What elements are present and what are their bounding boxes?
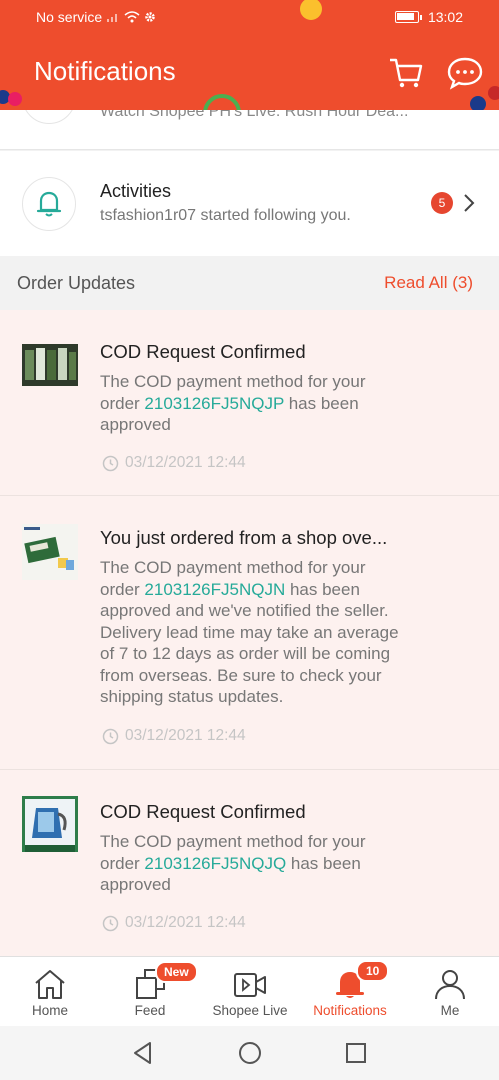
cart-icon[interactable] [388, 56, 424, 90]
chevron-right-icon [464, 194, 475, 212]
nav-label: Feed [134, 1003, 166, 1018]
nav-label: Me [440, 1003, 460, 1018]
notification-timestamp: 03/12/2021 12:44 [102, 914, 246, 932]
back-icon[interactable] [130, 1040, 156, 1066]
product-thumbnail [22, 796, 78, 852]
carrier-text: No service [36, 9, 103, 25]
notification-title: COD Request Confirmed [100, 341, 306, 362]
order-updates-header: Order Updates Read All (3) [0, 256, 499, 310]
activities-bell-icon [22, 177, 76, 231]
notification-body: The COD payment method for your order 21… [100, 372, 366, 434]
nav-label: Notifications [313, 1003, 387, 1018]
nav-notifications[interactable]: 10 Notifications [300, 957, 400, 1027]
decoration-dot-red [488, 86, 499, 100]
recent-apps-icon[interactable] [343, 1040, 369, 1066]
order-id-link[interactable]: 2103126FJ5NQJQ [144, 854, 286, 873]
signal-icon [107, 14, 118, 22]
nav-feed[interactable]: New Feed [100, 957, 200, 1027]
live-promo-icon [22, 110, 76, 124]
order-id-link[interactable]: 2103126FJ5NQJP [144, 394, 284, 413]
order-id-link[interactable]: 2103126FJ5NQJN [144, 580, 285, 599]
system-navigation-bar [0, 1026, 499, 1080]
clock-time: 13:02 [427, 9, 463, 25]
nav-home[interactable]: Home [0, 957, 100, 1027]
activities-title: Activities [100, 181, 172, 201]
user-icon [435, 970, 465, 1000]
shopee-updates-row[interactable]: Watch Shopee PH's Live: Rush Hour Dea... [0, 110, 499, 150]
home-icon [35, 970, 65, 999]
page-title: Notifications [34, 56, 176, 86]
notification-timestamp: 03/12/2021 12:44 [102, 727, 246, 745]
notification-title: COD Request Confirmed [100, 801, 306, 822]
order-notification[interactable]: You just ordered from a shop ove... The … [0, 496, 499, 770]
section-title: Order Updates [17, 273, 136, 293]
activities-subtitle: tsfashion1r07 started following you. [100, 207, 351, 224]
clock-icon [102, 728, 119, 744]
clock-icon [102, 915, 119, 931]
new-badge: New [155, 961, 198, 983]
notifications-list[interactable]: Watch Shopee PH's Live: Rush Hour Dea...… [0, 110, 499, 956]
chat-icon[interactable] [447, 56, 483, 90]
notification-title: You just ordered from a shop ove... [100, 527, 388, 548]
home-circle-icon[interactable] [237, 1040, 263, 1066]
decoration-dot-blue [470, 96, 486, 110]
status-bar: No service 13:02 [0, 0, 499, 34]
notification-count-badge: 10 [356, 960, 390, 982]
activities-unread-badge: 5 [431, 192, 453, 214]
battery-icon [394, 11, 419, 23]
decoration-dot-pink [8, 92, 22, 106]
bottom-navigation: Home New Feed Shopee Live 10 Notificatio… [0, 956, 499, 1026]
product-thumbnail [22, 344, 78, 386]
product-thumbnail [22, 524, 78, 580]
activities-row[interactable]: Activities tsfashion1r07 started followi… [0, 151, 499, 256]
row-subtitle: Watch Shopee PH's Live: Rush Hour Dea... [100, 110, 409, 120]
wifi-icon [124, 11, 140, 23]
settings-gear-icon [145, 12, 155, 22]
nav-me[interactable]: Me [400, 957, 499, 1027]
live-icon [234, 973, 266, 997]
read-all-link[interactable]: Read All (3) [384, 273, 473, 293]
clock-icon [102, 455, 119, 471]
notification-body: The COD payment method for your order 21… [100, 832, 366, 894]
notification-timestamp: 03/12/2021 12:44 [102, 454, 246, 472]
app-header: No service 13:02 Notifications [0, 0, 499, 110]
order-notification[interactable]: COD Request Confirmed The COD payment me… [0, 770, 499, 956]
order-notification[interactable]: COD Request Confirmed The COD payment me… [0, 310, 499, 496]
notification-body: The COD payment method for your order 21… [100, 558, 399, 706]
decoration-arc-green [203, 94, 241, 110]
nav-label: Home [31, 1003, 68, 1018]
nav-shopee-live[interactable]: Shopee Live [200, 957, 300, 1027]
nav-label: Shopee Live [212, 1003, 288, 1018]
